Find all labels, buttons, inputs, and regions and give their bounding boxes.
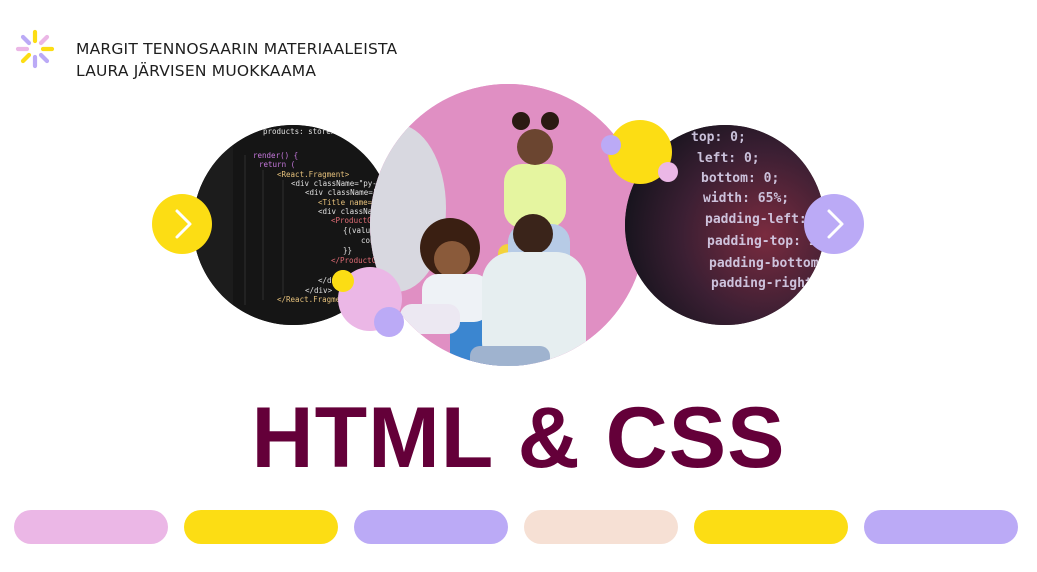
color-pill-row — [14, 510, 1020, 544]
code-line: top: 0; — [691, 130, 746, 145]
color-pill — [694, 510, 848, 544]
color-pill — [864, 510, 1018, 544]
decorative-dot — [374, 307, 404, 337]
chevron-right-icon — [827, 209, 844, 239]
page-title: HTML & CSS — [251, 390, 786, 486]
carousel-next-button[interactable] — [804, 194, 864, 254]
color-pill — [354, 510, 508, 544]
chevron-right-icon — [175, 209, 192, 239]
code-line: return ( — [259, 160, 295, 169]
code-line: bottom: 0; — [701, 171, 779, 186]
code-line: left: 0; — [697, 151, 760, 166]
code-line: products: storeProd — [263, 127, 349, 136]
carousel-prev-button[interactable] — [152, 194, 212, 254]
code-line: width: 65%; — [703, 191, 789, 206]
students-photo — [370, 84, 646, 366]
code-line: render() { — [253, 151, 298, 160]
code-line: padding-right: — [711, 276, 821, 291]
decorative-dot — [601, 135, 621, 155]
color-pill — [524, 510, 678, 544]
code-line: <React.Fragment> — [277, 170, 350, 179]
code-line: padding-bottom: — [709, 256, 825, 271]
code-line: </div> — [305, 286, 333, 295]
students-photo-image — [370, 84, 646, 366]
hero-carousel: products: storeProd render() { return ( … — [0, 0, 1037, 380]
decorative-dot — [332, 270, 354, 292]
decorative-dot — [658, 162, 678, 182]
color-pill — [184, 510, 338, 544]
color-pill — [14, 510, 168, 544]
code-line: }} — [343, 246, 352, 255]
